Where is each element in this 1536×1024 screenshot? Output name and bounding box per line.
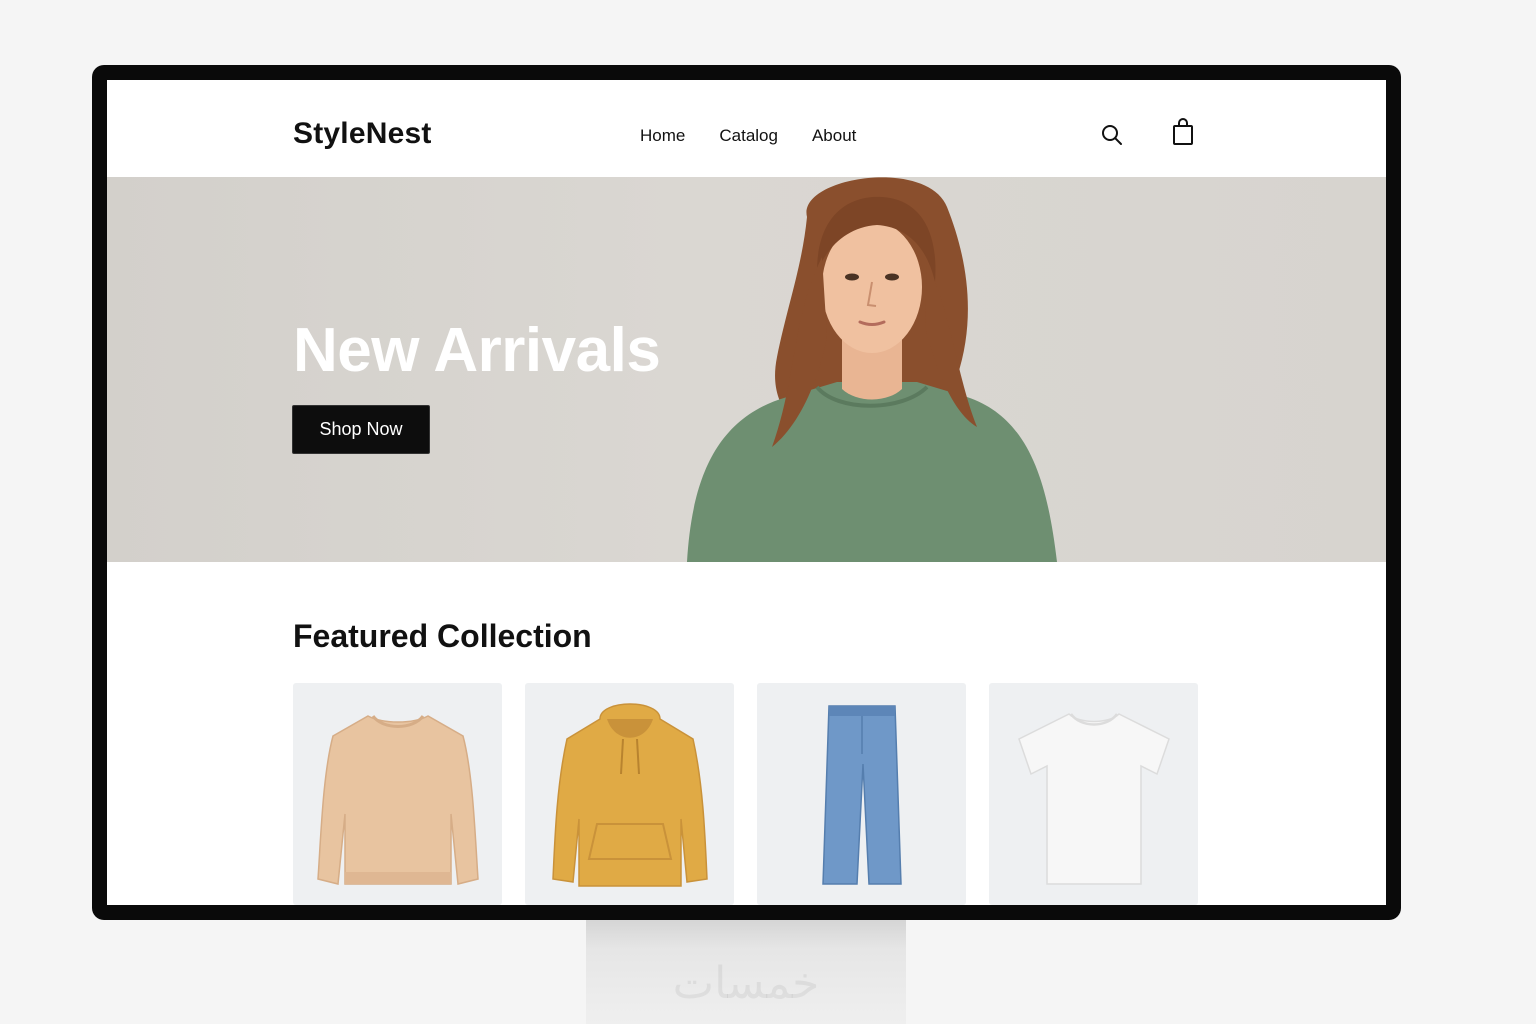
hero-banner: New Arrivals Shop Now xyxy=(107,177,1386,562)
product-card-sweater[interactable] xyxy=(293,683,502,905)
search-button[interactable] xyxy=(1098,121,1126,149)
site-header: StyleNest Home Catalog About xyxy=(107,80,1386,177)
hero-model-image xyxy=(687,177,1057,562)
shopping-bag-icon xyxy=(1173,118,1193,145)
shop-now-button[interactable]: Shop Now xyxy=(292,405,430,454)
cart-button[interactable] xyxy=(1169,118,1197,146)
product-grid xyxy=(293,683,1198,905)
brand-logo[interactable]: StyleNest xyxy=(293,117,432,151)
product-card-jeans[interactable] xyxy=(757,683,966,905)
stand-watermark: خمسات xyxy=(672,958,820,1009)
hero-title: New Arrivals xyxy=(293,316,661,385)
featured-collection-title: Featured Collection xyxy=(293,618,592,654)
monitor-bezel: StyleNest Home Catalog About New Arrival… xyxy=(92,65,1401,920)
product-card-tshirt[interactable] xyxy=(989,683,1198,905)
nav-catalog[interactable]: Catalog xyxy=(719,126,778,146)
product-card-hoodie[interactable] xyxy=(525,683,734,905)
jeans-image xyxy=(821,705,902,885)
nav-about[interactable]: About xyxy=(812,126,856,146)
tshirt-image xyxy=(1017,713,1170,885)
main-nav: Home Catalog About xyxy=(640,126,856,146)
search-icon xyxy=(1102,125,1122,145)
screen: StyleNest Home Catalog About New Arrival… xyxy=(107,80,1386,905)
monitor-stand: خمسات xyxy=(586,918,906,1024)
sweater-image xyxy=(316,714,479,885)
hoodie-image xyxy=(551,703,708,887)
nav-home[interactable]: Home xyxy=(640,126,685,146)
